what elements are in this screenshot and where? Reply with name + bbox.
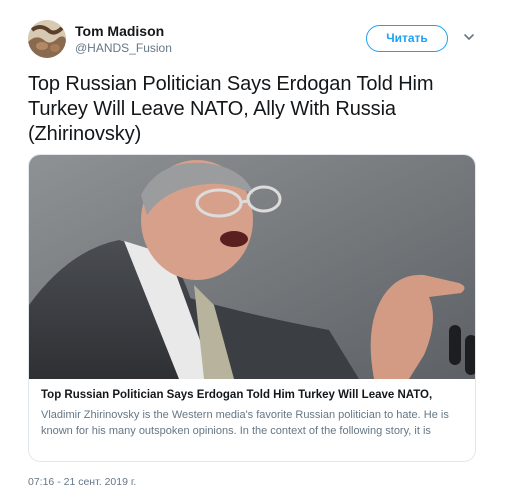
card-body: Top Russian Politician Says Erdogan Told… bbox=[29, 379, 475, 461]
card-description: Vladimir Zhirinovsky is the Western medi… bbox=[41, 409, 449, 437]
link-card[interactable]: Top Russian Politician Says Erdogan Told… bbox=[28, 154, 476, 462]
tweet-text: Top Russian Politician Says Erdogan Told… bbox=[28, 73, 434, 145]
avatar-image bbox=[28, 20, 66, 58]
card-title: Top Russian Politician Says Erdogan Told… bbox=[41, 389, 433, 401]
author-handle[interactable]: @HANDS_Fusion bbox=[75, 41, 172, 55]
tweet-header: Tom Madison @HANDS_Fusion Читать bbox=[28, 20, 480, 60]
avatar[interactable] bbox=[28, 20, 66, 58]
chevron-down-icon[interactable] bbox=[462, 30, 476, 44]
tweet-timestamp[interactable]: 07:16 - 21 сент. 2019 г. bbox=[28, 476, 136, 488]
tweet: Tom Madison @HANDS_Fusion Читать Top Rus… bbox=[0, 0, 507, 497]
author-name[interactable]: Tom Madison bbox=[75, 23, 164, 39]
card-image bbox=[29, 155, 475, 379]
follow-button[interactable]: Читать bbox=[366, 25, 448, 52]
